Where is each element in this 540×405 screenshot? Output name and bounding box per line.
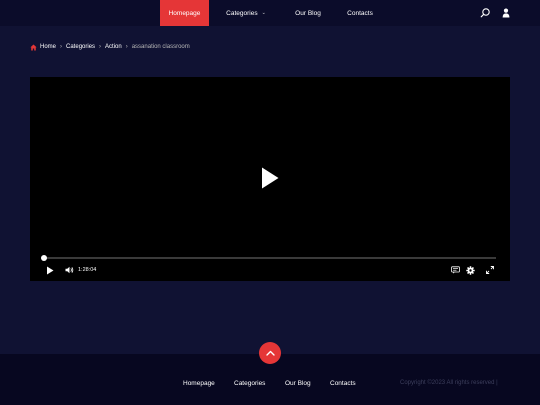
site-footer: Homepage Categories Our Blog Contacts Co… bbox=[0, 342, 540, 405]
volume-icon[interactable] bbox=[65, 266, 74, 274]
nav-homepage[interactable]: Homepage bbox=[160, 0, 209, 26]
breadcrumb-categories[interactable]: Categories bbox=[66, 44, 95, 50]
back-to-top-button[interactable] bbox=[259, 342, 281, 364]
nav-contacts-label: Contacts bbox=[347, 9, 373, 17]
time-display: 1:28:04 bbox=[78, 267, 97, 273]
nav-contacts[interactable]: Contacts bbox=[340, 0, 380, 26]
breadcrumb-current: assanation classroom bbox=[131, 44, 190, 50]
captions-icon[interactable] bbox=[451, 266, 460, 274]
breadcrumb: Home › Categories › Action › assanation … bbox=[30, 42, 190, 52]
user-icon[interactable] bbox=[500, 7, 512, 19]
settings-icon[interactable] bbox=[466, 266, 475, 275]
main-content: Home › Categories › Action › assanation … bbox=[0, 26, 540, 354]
breadcrumb-separator: › bbox=[99, 44, 102, 50]
search-icon[interactable] bbox=[479, 7, 491, 19]
progress-handle[interactable] bbox=[41, 255, 47, 261]
video-player[interactable]: 1:28:04 bbox=[30, 77, 510, 281]
breadcrumb-separator: › bbox=[60, 44, 63, 50]
footer-nav-homepage[interactable]: Homepage bbox=[183, 380, 215, 387]
play-icon[interactable] bbox=[260, 166, 280, 190]
nav-our-blog[interactable]: Our Blog bbox=[288, 0, 328, 26]
play-icon[interactable] bbox=[46, 266, 54, 275]
breadcrumb-home[interactable]: Home bbox=[40, 44, 56, 50]
copyright-text: Copyright ©2023 All rights reserved | bbox=[400, 380, 498, 386]
footer-nav-categories[interactable]: Categories bbox=[234, 380, 265, 387]
home-icon bbox=[30, 44, 37, 50]
breadcrumb-action[interactable]: Action bbox=[105, 44, 122, 50]
footer-nav-contacts[interactable]: Contacts bbox=[330, 380, 356, 387]
nav-our-blog-label: Our Blog bbox=[295, 9, 321, 17]
site-header: Homepage Categories ⌄ Our Blog Contacts bbox=[0, 0, 540, 26]
chevron-down-icon: ⌄ bbox=[261, 10, 266, 16]
nav-homepage-label: Homepage bbox=[168, 9, 201, 17]
nav-categories-label: Categories bbox=[226, 9, 258, 17]
footer-nav-our-blog[interactable]: Our Blog bbox=[285, 380, 311, 387]
breadcrumb-separator: › bbox=[125, 44, 128, 50]
main-nav: Homepage Categories ⌄ Our Blog Contacts bbox=[160, 0, 380, 26]
chevron-up-icon bbox=[265, 350, 275, 356]
fullscreen-icon[interactable] bbox=[486, 266, 494, 274]
progress-bar[interactable] bbox=[41, 255, 496, 261]
nav-categories[interactable]: Categories ⌄ bbox=[217, 0, 275, 26]
